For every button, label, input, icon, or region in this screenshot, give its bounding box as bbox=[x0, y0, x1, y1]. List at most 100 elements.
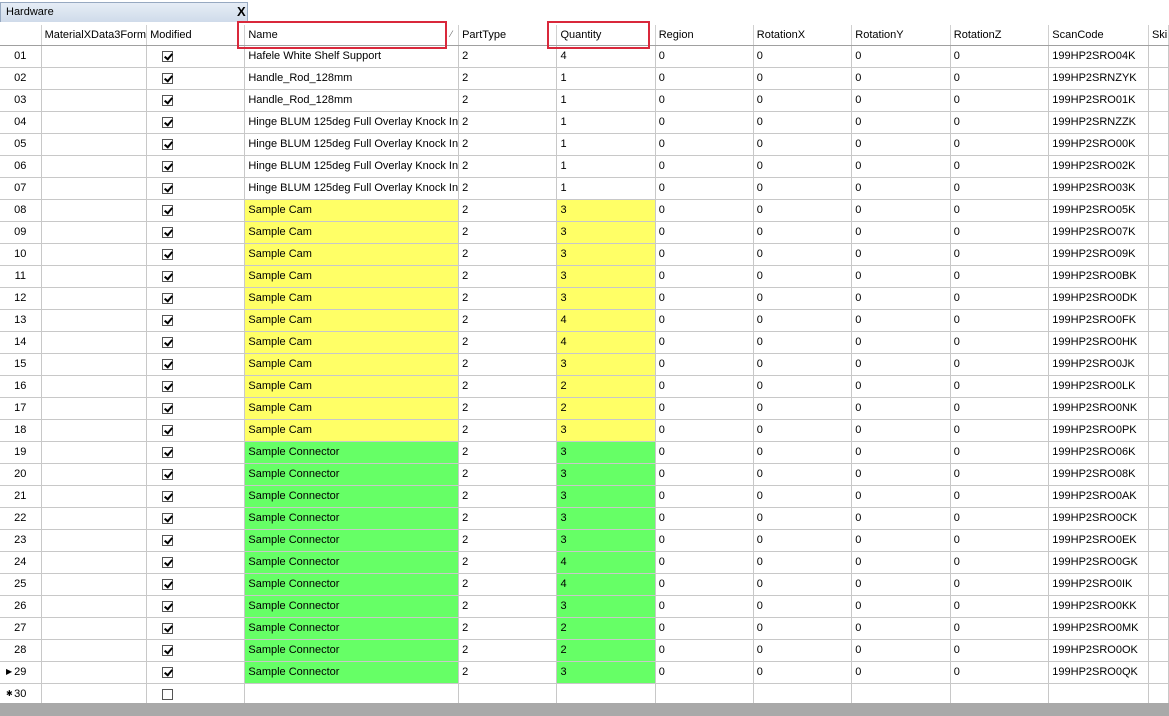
row-header[interactable]: 18 bbox=[0, 419, 42, 442]
modified-checkbox[interactable] bbox=[162, 314, 174, 326]
name-cell[interactable]: Handle_Rod_128mm bbox=[244, 67, 460, 90]
modified-checkbox[interactable] bbox=[162, 556, 174, 568]
row-header[interactable]: 26 bbox=[0, 595, 42, 618]
row-header[interactable]: 15 bbox=[0, 353, 42, 376]
modified-cell[interactable] bbox=[146, 133, 246, 156]
modified-cell[interactable] bbox=[146, 529, 246, 552]
modified-checkbox[interactable] bbox=[162, 270, 174, 282]
rotationx-cell[interactable]: 0 bbox=[753, 177, 853, 200]
table-row[interactable]: 27 Sample Connector 2 2 0 0 0 0 199HP2SRO0MK bbox=[0, 617, 1169, 640]
rotationz-cell[interactable]: 0 bbox=[950, 287, 1050, 310]
materialxdata3form-cell[interactable] bbox=[41, 67, 148, 90]
parttype-cell[interactable] bbox=[458, 683, 558, 706]
row-header[interactable]: 10 bbox=[0, 243, 42, 266]
region-cell[interactable]: 0 bbox=[655, 353, 754, 376]
row-header[interactable]: 14 bbox=[0, 331, 42, 354]
rotationx-cell[interactable]: 0 bbox=[753, 221, 853, 244]
region-cell[interactable]: 0 bbox=[655, 617, 754, 640]
rotationx-cell[interactable]: 0 bbox=[753, 529, 853, 552]
scancode-cell[interactable]: 199HP2SRO0LK bbox=[1048, 375, 1149, 398]
rotationy-cell[interactable] bbox=[851, 683, 951, 706]
modified-checkbox[interactable] bbox=[162, 72, 174, 84]
rotationz-cell[interactable]: 0 bbox=[950, 639, 1050, 662]
name-cell[interactable]: Sample Cam bbox=[244, 243, 460, 266]
modified-checkbox[interactable] bbox=[162, 424, 174, 436]
table-row[interactable]: 26 Sample Connector 2 3 0 0 0 0 199HP2SRO0KK bbox=[0, 595, 1169, 618]
table-row[interactable]: 22 Sample Connector 2 3 0 0 0 0 199HP2SRO0CK bbox=[0, 507, 1169, 530]
rotationx-cell[interactable]: 0 bbox=[753, 133, 853, 156]
parttype-cell[interactable]: 2 bbox=[458, 265, 558, 288]
quantity-cell[interactable]: 3 bbox=[556, 485, 656, 508]
region-cell[interactable]: 0 bbox=[655, 639, 754, 662]
scancode-cell[interactable]: 199HP2SRO07K bbox=[1048, 221, 1149, 244]
rotationx-cell[interactable]: 0 bbox=[753, 595, 853, 618]
quantity-cell[interactable]: 4 bbox=[556, 331, 656, 354]
rotationx-cell[interactable]: 0 bbox=[753, 661, 853, 684]
parttype-cell[interactable]: 2 bbox=[458, 617, 558, 640]
name-cell[interactable]: Sample Connector bbox=[244, 485, 460, 508]
name-cell[interactable]: Hinge BLUM 125deg Full Overlay Knock In bbox=[244, 155, 460, 178]
region-cell[interactable]: 0 bbox=[655, 89, 754, 112]
rotationz-cell[interactable]: 0 bbox=[950, 309, 1050, 332]
name-cell[interactable]: Hinge BLUM 125deg Full Overlay Knock In bbox=[244, 111, 460, 134]
rotationx-cell[interactable]: 0 bbox=[753, 551, 853, 574]
modified-checkbox[interactable] bbox=[162, 534, 174, 546]
region-cell[interactable]: 0 bbox=[655, 243, 754, 266]
name-cell[interactable]: Sample Connector bbox=[244, 441, 460, 464]
materialxdata3form-cell[interactable] bbox=[41, 243, 148, 266]
row-header[interactable]: 05 bbox=[0, 133, 42, 156]
column-header-row-header[interactable] bbox=[0, 25, 42, 46]
rotationy-cell[interactable]: 0 bbox=[851, 177, 951, 200]
hardware-tab[interactable]: Hardware X bbox=[0, 2, 248, 22]
rotationy-cell[interactable]: 0 bbox=[851, 529, 951, 552]
name-cell[interactable] bbox=[244, 683, 460, 706]
table-row[interactable]: ▶ 29 Sample Connector 2 3 0 0 0 0 199HP2SRO0QK bbox=[0, 661, 1169, 684]
region-cell[interactable]: 0 bbox=[655, 67, 754, 90]
scancode-cell[interactable]: 199HP2SRO06K bbox=[1048, 441, 1149, 464]
materialxdata3form-cell[interactable] bbox=[41, 375, 148, 398]
rotationy-cell[interactable]: 0 bbox=[851, 375, 951, 398]
modified-cell[interactable] bbox=[146, 617, 246, 640]
name-cell[interactable]: Sample Connector bbox=[244, 463, 460, 486]
modified-cell[interactable] bbox=[146, 419, 246, 442]
modified-cell[interactable] bbox=[146, 397, 246, 420]
table-row[interactable]: 18 Sample Cam 2 3 0 0 0 0 199HP2SRO0PK bbox=[0, 419, 1169, 442]
table-row[interactable]: 12 Sample Cam 2 3 0 0 0 0 199HP2SRO0DK bbox=[0, 287, 1169, 310]
region-cell[interactable]: 0 bbox=[655, 573, 754, 596]
row-header[interactable]: 12 bbox=[0, 287, 42, 310]
name-cell[interactable]: Sample Cam bbox=[244, 265, 460, 288]
parttype-cell[interactable]: 2 bbox=[458, 133, 558, 156]
scancode-cell[interactable]: 199HP2SRNZZK bbox=[1048, 111, 1149, 134]
modified-checkbox[interactable] bbox=[162, 490, 174, 502]
row-header[interactable]: 19 bbox=[0, 441, 42, 464]
rotationz-cell[interactable]: 0 bbox=[950, 661, 1050, 684]
name-cell[interactable]: Sample Cam bbox=[244, 419, 460, 442]
table-row[interactable]: 04 Hinge BLUM 125deg Full Overlay Knock I… bbox=[0, 111, 1169, 134]
ski-cell[interactable] bbox=[1148, 331, 1169, 354]
rotationz-cell[interactable]: 0 bbox=[950, 353, 1050, 376]
parttype-cell[interactable]: 2 bbox=[458, 309, 558, 332]
quantity-cell[interactable]: 3 bbox=[556, 529, 656, 552]
region-cell[interactable]: 0 bbox=[655, 529, 754, 552]
rotationz-cell[interactable]: 0 bbox=[950, 551, 1050, 574]
table-row[interactable]: 21 Sample Connector 2 3 0 0 0 0 199HP2SRO0AK bbox=[0, 485, 1169, 508]
modified-checkbox[interactable] bbox=[162, 600, 174, 612]
rotationz-cell[interactable]: 0 bbox=[950, 89, 1050, 112]
ski-cell[interactable] bbox=[1148, 221, 1169, 244]
modified-checkbox[interactable] bbox=[162, 248, 174, 260]
rotationz-cell[interactable]: 0 bbox=[950, 397, 1050, 420]
scancode-cell[interactable]: 199HP2SRO03K bbox=[1048, 177, 1149, 200]
rotationy-cell[interactable]: 0 bbox=[851, 661, 951, 684]
scancode-cell[interactable]: 199HP2SRO01K bbox=[1048, 89, 1149, 112]
region-cell[interactable]: 0 bbox=[655, 111, 754, 134]
quantity-cell[interactable]: 1 bbox=[556, 89, 656, 112]
name-cell[interactable]: Sample Cam bbox=[244, 331, 460, 354]
rotationx-cell[interactable]: 0 bbox=[753, 353, 853, 376]
table-row[interactable]: 11 Sample Cam 2 3 0 0 0 0 199HP2SRO0BK bbox=[0, 265, 1169, 288]
rotationz-cell[interactable]: 0 bbox=[950, 221, 1050, 244]
ski-cell[interactable] bbox=[1148, 419, 1169, 442]
materialxdata3form-cell[interactable] bbox=[41, 397, 148, 420]
modified-checkbox[interactable] bbox=[162, 182, 174, 194]
rotationx-cell[interactable]: 0 bbox=[753, 243, 853, 266]
quantity-cell[interactable]: 3 bbox=[556, 243, 656, 266]
